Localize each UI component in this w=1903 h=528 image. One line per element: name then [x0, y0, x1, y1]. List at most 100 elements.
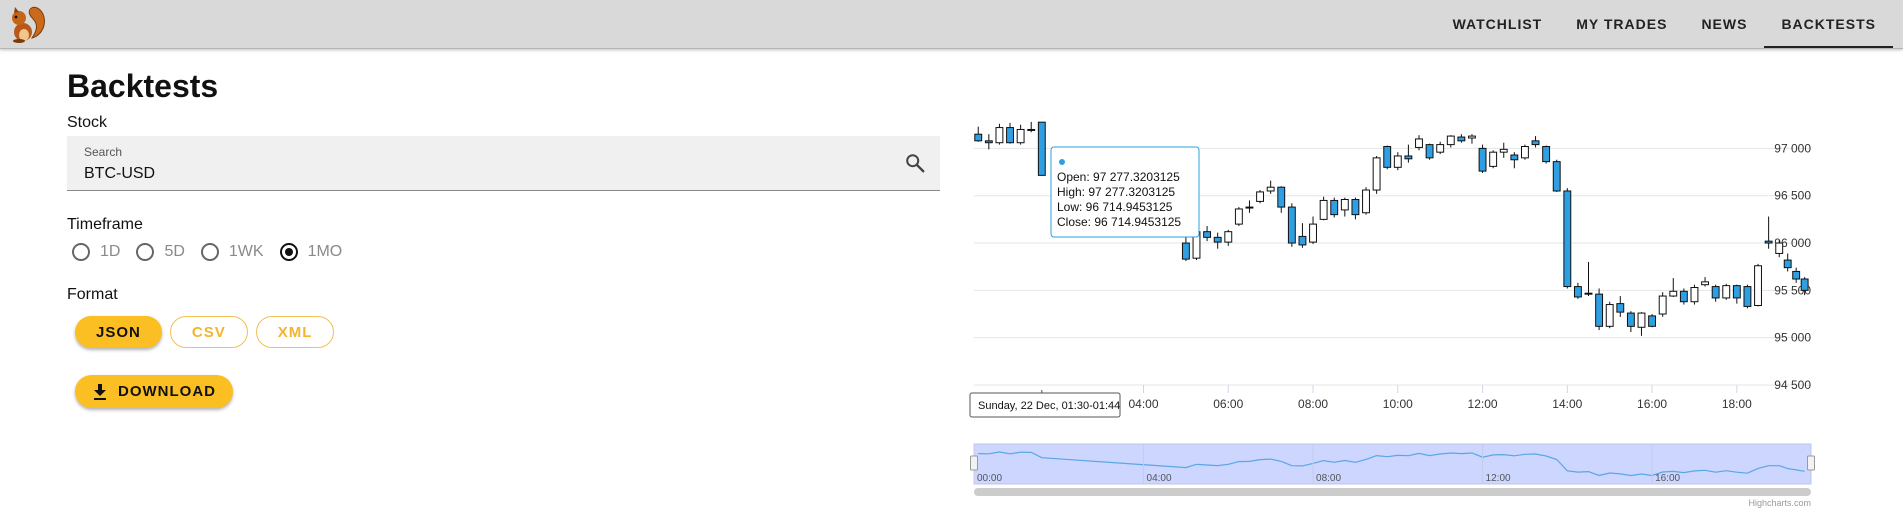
- candle[interactable]: [1436, 141, 1445, 155]
- candle[interactable]: [1372, 155, 1381, 194]
- candle-body-down: [1203, 231, 1212, 238]
- candle[interactable]: [1605, 301, 1614, 329]
- nav-item-backtests[interactable]: BACKTESTS: [1764, 0, 1893, 48]
- candle[interactable]: [1404, 144, 1413, 163]
- candle[interactable]: [1679, 288, 1688, 305]
- page-title: Backtests: [67, 68, 219, 104]
- candle[interactable]: [1722, 283, 1731, 300]
- radio-circle[interactable]: [279, 243, 298, 261]
- format-button-csv[interactable]: CSV: [169, 316, 248, 348]
- navigator-scrollbar[interactable]: [974, 488, 1811, 496]
- candle[interactable]: [1277, 186, 1286, 213]
- candle[interactable]: [1584, 261, 1593, 297]
- candle[interactable]: [1701, 277, 1709, 287]
- candle[interactable]: [1234, 207, 1243, 226]
- candle[interactable]: [1669, 278, 1678, 297]
- candle[interactable]: [1393, 152, 1402, 171]
- chart-svg[interactable]: 94 50095 00095 50096 00096 50097 00004:0…: [968, 110, 1843, 510]
- candle[interactable]: [1499, 142, 1508, 158]
- candle[interactable]: [1658, 292, 1667, 317]
- candlestick-chart[interactable]: 94 500 95 000 95 500 96 000 96 500 97 000 04:0…: [968, 110, 1843, 510]
- candle[interactable]: [1027, 121, 1036, 133]
- candle[interactable]: [1006, 122, 1014, 144]
- timeframe-radio-1mo[interactable]: 1MO: [279, 243, 342, 261]
- nav-item-my-trades[interactable]: MY TRADES: [1559, 0, 1684, 48]
- candle[interactable]: [1037, 121, 1046, 176]
- candle[interactable]: [1732, 284, 1741, 304]
- nav-item-watchlist[interactable]: WATCHLIST: [1436, 0, 1560, 48]
- candle[interactable]: [1245, 200, 1254, 213]
- candle[interactable]: [1266, 180, 1275, 194]
- stock-search-input[interactable]: Search BTC-USD: [67, 136, 940, 191]
- candle[interactable]: [1775, 240, 1784, 258]
- candle[interactable]: [1340, 197, 1349, 217]
- candle[interactable]: [1330, 197, 1339, 218]
- download-button[interactable]: DOWNLOAD: [75, 375, 233, 408]
- candle[interactable]: [1298, 223, 1307, 248]
- candle[interactable]: [1489, 150, 1498, 169]
- candle[interactable]: [1446, 135, 1455, 148]
- candle[interactable]: [1754, 263, 1762, 307]
- candle[interactable]: [1764, 216, 1773, 249]
- format-button-xml[interactable]: XML: [255, 316, 335, 348]
- candle[interactable]: [1425, 143, 1434, 160]
- candle-body-down: [1383, 146, 1392, 168]
- candle[interactable]: [1783, 253, 1792, 272]
- navigator-handle[interactable]: [970, 455, 978, 471]
- candle[interactable]: [1690, 284, 1699, 305]
- candle[interactable]: [1016, 124, 1025, 145]
- candle[interactable]: [1510, 152, 1519, 169]
- candle[interactable]: [1595, 288, 1604, 331]
- candle[interactable]: [1520, 144, 1529, 160]
- candle[interactable]: [1319, 196, 1328, 221]
- candle-body-down: [1679, 290, 1688, 303]
- candle[interactable]: [1181, 234, 1190, 262]
- radio-label: 5D: [164, 243, 185, 260]
- candle[interactable]: [1563, 188, 1572, 289]
- candle[interactable]: [1213, 232, 1222, 249]
- radio-circle[interactable]: [136, 243, 155, 261]
- candle[interactable]: [1616, 296, 1625, 317]
- candle[interactable]: [1309, 216, 1317, 244]
- timeframe-radio-1wk[interactable]: 1WK: [200, 243, 264, 261]
- candle[interactable]: [1531, 136, 1540, 148]
- search-icon[interactable]: [904, 152, 926, 174]
- candle-body-down: [1287, 206, 1296, 244]
- candle[interactable]: [1626, 311, 1635, 332]
- candle-body-up: [1658, 295, 1667, 315]
- candle[interactable]: [1542, 145, 1551, 164]
- nav-item-news[interactable]: NEWS: [1684, 0, 1764, 48]
- squirrel-icon[interactable]: [6, 4, 48, 44]
- candle[interactable]: [1711, 284, 1720, 302]
- candle-body-up: [1234, 208, 1243, 225]
- candle[interactable]: [984, 134, 993, 150]
- format-button-json[interactable]: JSON: [75, 316, 162, 348]
- candle[interactable]: [1637, 312, 1646, 336]
- candle[interactable]: [1552, 159, 1561, 192]
- candle[interactable]: [1468, 134, 1476, 144]
- candle[interactable]: [974, 126, 983, 142]
- search-value[interactable]: BTC-USD: [84, 165, 155, 183]
- candle[interactable]: [1203, 226, 1212, 242]
- candle[interactable]: [1743, 284, 1752, 309]
- radio-circle[interactable]: [72, 243, 90, 261]
- candle[interactable]: [1792, 267, 1801, 283]
- candle-body-down: [1792, 270, 1801, 280]
- candle[interactable]: [1383, 145, 1392, 170]
- candle[interactable]: [1256, 190, 1265, 204]
- candle-body-up: [1605, 304, 1614, 327]
- candle-body-down: [1425, 144, 1434, 159]
- timeframe-radio-5d[interactable]: 5D: [136, 243, 185, 261]
- timeframe-radio-1d[interactable]: 1D: [72, 243, 120, 261]
- candle[interactable]: [1351, 197, 1360, 220]
- candle[interactable]: [1362, 187, 1370, 215]
- radio-circle[interactable]: [200, 243, 219, 261]
- candle[interactable]: [1287, 203, 1296, 247]
- navigator-handle[interactable]: [1807, 455, 1815, 471]
- candle[interactable]: [995, 123, 1004, 145]
- candle[interactable]: [1457, 134, 1466, 143]
- candle-body-up: [1690, 287, 1699, 303]
- candle[interactable]: [1478, 144, 1487, 173]
- candle[interactable]: [1573, 282, 1582, 299]
- candle[interactable]: [1648, 314, 1657, 328]
